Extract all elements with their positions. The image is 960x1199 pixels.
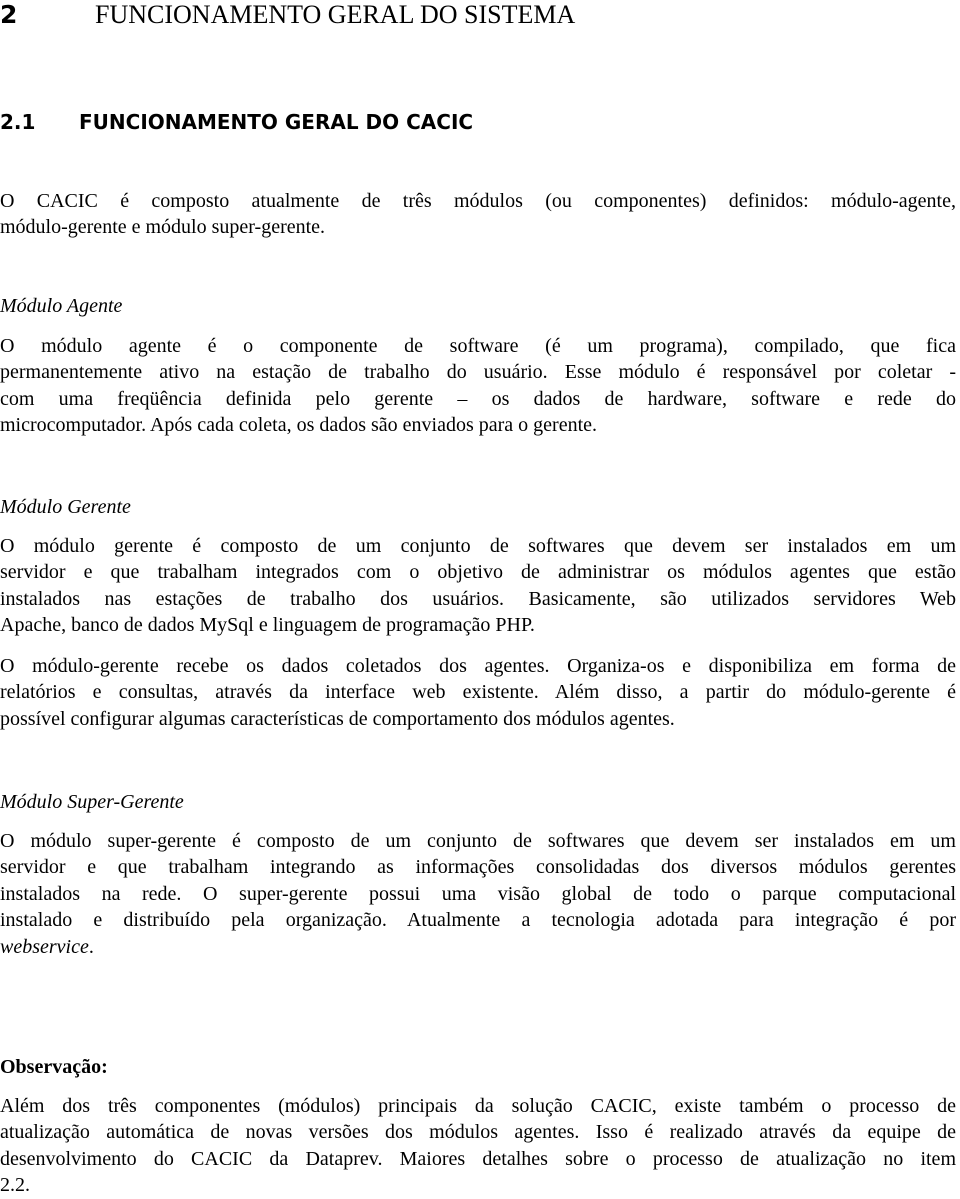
subsection-title-agente: Módulo Agente: [0, 295, 123, 317]
paragraph-line: instalado e distribuído pela organização…: [0, 909, 956, 932]
paragraph-line: desenvolvimento do CACIC da Dataprev. Ma…: [0, 1147, 956, 1170]
paragraph-line: com uma freqüência definida pelo gerente…: [0, 387, 956, 410]
paragraph-line: O módulo gerente é composto de um conjun…: [0, 535, 956, 557]
paragraph-line: Apache, banco de dados MySql e linguagem…: [0, 614, 535, 637]
chapter-number: 2: [0, 0, 18, 29]
paragraph-line: microcomputador. Após cada coleta, os da…: [0, 414, 598, 437]
paragraph-line: 2.2.: [0, 1174, 30, 1197]
paragraph-line: webservice.: [0, 934, 956, 960]
paragraph-line: O CACIC é composto atualmente de três mó…: [0, 190, 956, 212]
paragraph-line: módulo-gerente e módulo super-gerente.: [0, 216, 326, 239]
paragraph-line: servidor e que trabalham integrados com …: [0, 561, 956, 584]
sentence-end: .: [88, 935, 94, 958]
subsection-title-supergerente: Módulo Super-Gerente: [0, 791, 184, 813]
chapter-title: FUNCIONAMENTO GERAL DO SISTEMA: [95, 0, 576, 29]
paragraph-line: Além dos três componentes (módulos) prin…: [0, 1095, 956, 1117]
webservice-term: webservice: [0, 935, 89, 958]
observation-paragraph: Além dos três componentes (módulos) prin…: [0, 1093, 956, 1199]
paragraph-line: permanentemente ativo na estação de trab…: [0, 361, 956, 384]
section-number: 2.1: [0, 110, 36, 134]
paragraph-line: O módulo-gerente recebe os dados coletad…: [0, 655, 956, 677]
subsection-title-gerente: Módulo Gerente: [0, 496, 131, 518]
paragraph-line: possível configurar algumas característi…: [0, 707, 675, 730]
chapter-heading: 2 FUNCIONAMENTO GERAL DO SISTEMA: [0, 0, 960, 32]
agente-paragraph: O módulo agente é o componente de softwa…: [0, 333, 956, 439]
gerente-paragraph-2: O módulo-gerente recebe os dados coletad…: [0, 653, 956, 732]
section-title: FUNCIONAMENTO GERAL DO CACIC: [79, 110, 474, 134]
supergerente-paragraph: O módulo super-gerente é composto de um …: [0, 828, 956, 960]
paragraph-line: O módulo super-gerente é composto de um …: [0, 830, 956, 852]
section-heading: 2.1 FUNCIONAMENTO GERAL DO CACIC: [0, 108, 960, 138]
intro-paragraph: O CACIC é composto atualmente de três mó…: [0, 188, 956, 241]
paragraph-line: atualização automática de novas versões …: [0, 1121, 956, 1144]
paragraph-line: instalados na rede. O super-gerente poss…: [0, 882, 956, 905]
observation-title: Observação:: [0, 1056, 108, 1078]
paragraph-line: O módulo agente é o componente de softwa…: [0, 335, 956, 357]
paragraph-line: servidor e que trabalham integrando as i…: [0, 856, 956, 879]
paragraph-line: relatórios e consultas, através da inter…: [0, 681, 956, 704]
gerente-paragraph-1: O módulo gerente é composto de um conjun…: [0, 533, 956, 639]
paragraph-line: instalados nas estações de trabalho dos …: [0, 587, 956, 610]
